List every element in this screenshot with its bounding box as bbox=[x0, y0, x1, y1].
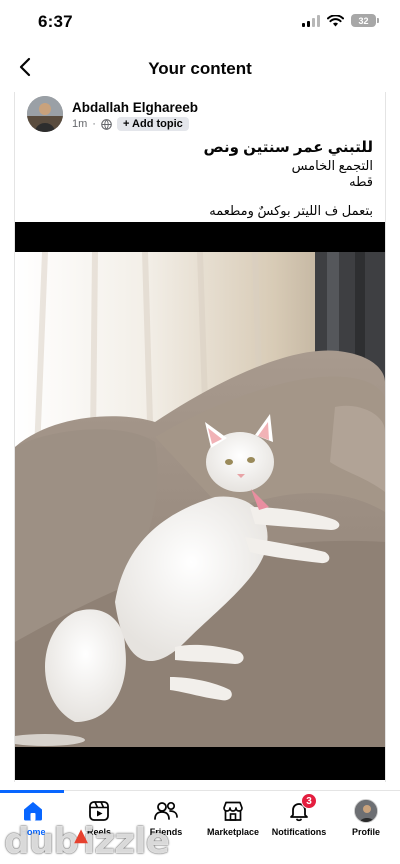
page-title: Your content bbox=[148, 59, 252, 78]
wifi-icon bbox=[327, 14, 344, 26]
tab-label: Home bbox=[20, 827, 46, 837]
tab-label: Reels bbox=[86, 827, 112, 837]
status-bar: 6:37 32 bbox=[0, 0, 400, 44]
tab-label: Marketplace bbox=[206, 827, 260, 837]
status-indicators: 32 bbox=[302, 14, 379, 27]
post-text-line: قطه bbox=[349, 174, 373, 189]
notification-badge: 3 bbox=[301, 793, 317, 809]
tab-bar: Home Reels Friends Marketplace 3 Notific… bbox=[0, 790, 400, 864]
tab-marketplace[interactable]: Marketplace bbox=[200, 791, 266, 847]
post-time: 1m bbox=[72, 118, 88, 130]
tab-notifications[interactable]: 3 Notifications bbox=[266, 791, 332, 847]
post-text-line: بتعمل ف الليتر بوكسٌ ومطعمه bbox=[209, 203, 373, 218]
tab-label: Notifications bbox=[271, 827, 327, 837]
tab-label: Profile bbox=[351, 827, 380, 837]
post-text: للتبني عمر سنتين ونص التجمع الخامس قطه ب… bbox=[204, 138, 373, 219]
post-text-line: للتبني عمر سنتين ونص bbox=[203, 139, 373, 156]
tab-profile[interactable]: Profile bbox=[333, 791, 399, 847]
status-time: 6:37 bbox=[38, 12, 73, 31]
dot-separator: · bbox=[92, 118, 96, 130]
tab-friends[interactable]: Friends bbox=[133, 791, 199, 847]
friends-icon bbox=[153, 799, 179, 823]
tab-label: Friends bbox=[149, 827, 183, 837]
post-media[interactable] bbox=[15, 222, 385, 780]
marketplace-icon bbox=[220, 799, 246, 823]
globe-icon bbox=[101, 118, 112, 130]
bell-icon: 3 bbox=[286, 793, 317, 823]
post-photo[interactable] bbox=[15, 252, 385, 747]
cellular-signal-icon bbox=[302, 14, 320, 27]
battery-level: 32 bbox=[358, 15, 369, 26]
post-author-name[interactable]: Abdallah Elghareeb bbox=[72, 100, 198, 115]
profile-avatar bbox=[353, 799, 379, 823]
post-meta: 1m · + Add topic bbox=[72, 117, 189, 131]
battery-icon: 32 bbox=[351, 14, 379, 27]
home-icon bbox=[20, 799, 46, 823]
reels-icon bbox=[86, 799, 112, 823]
tab-home[interactable]: Home bbox=[0, 791, 66, 847]
tab-reels[interactable]: Reels bbox=[66, 791, 132, 847]
author-avatar[interactable] bbox=[27, 96, 63, 132]
post-text-line: التجمع الخامس bbox=[291, 158, 373, 173]
add-topic-button[interactable]: + Add topic bbox=[116, 117, 189, 131]
post-card: Abdallah Elghareeb 1m · + Add topic للتب… bbox=[14, 92, 386, 782]
nav-header: Your content bbox=[0, 44, 400, 92]
